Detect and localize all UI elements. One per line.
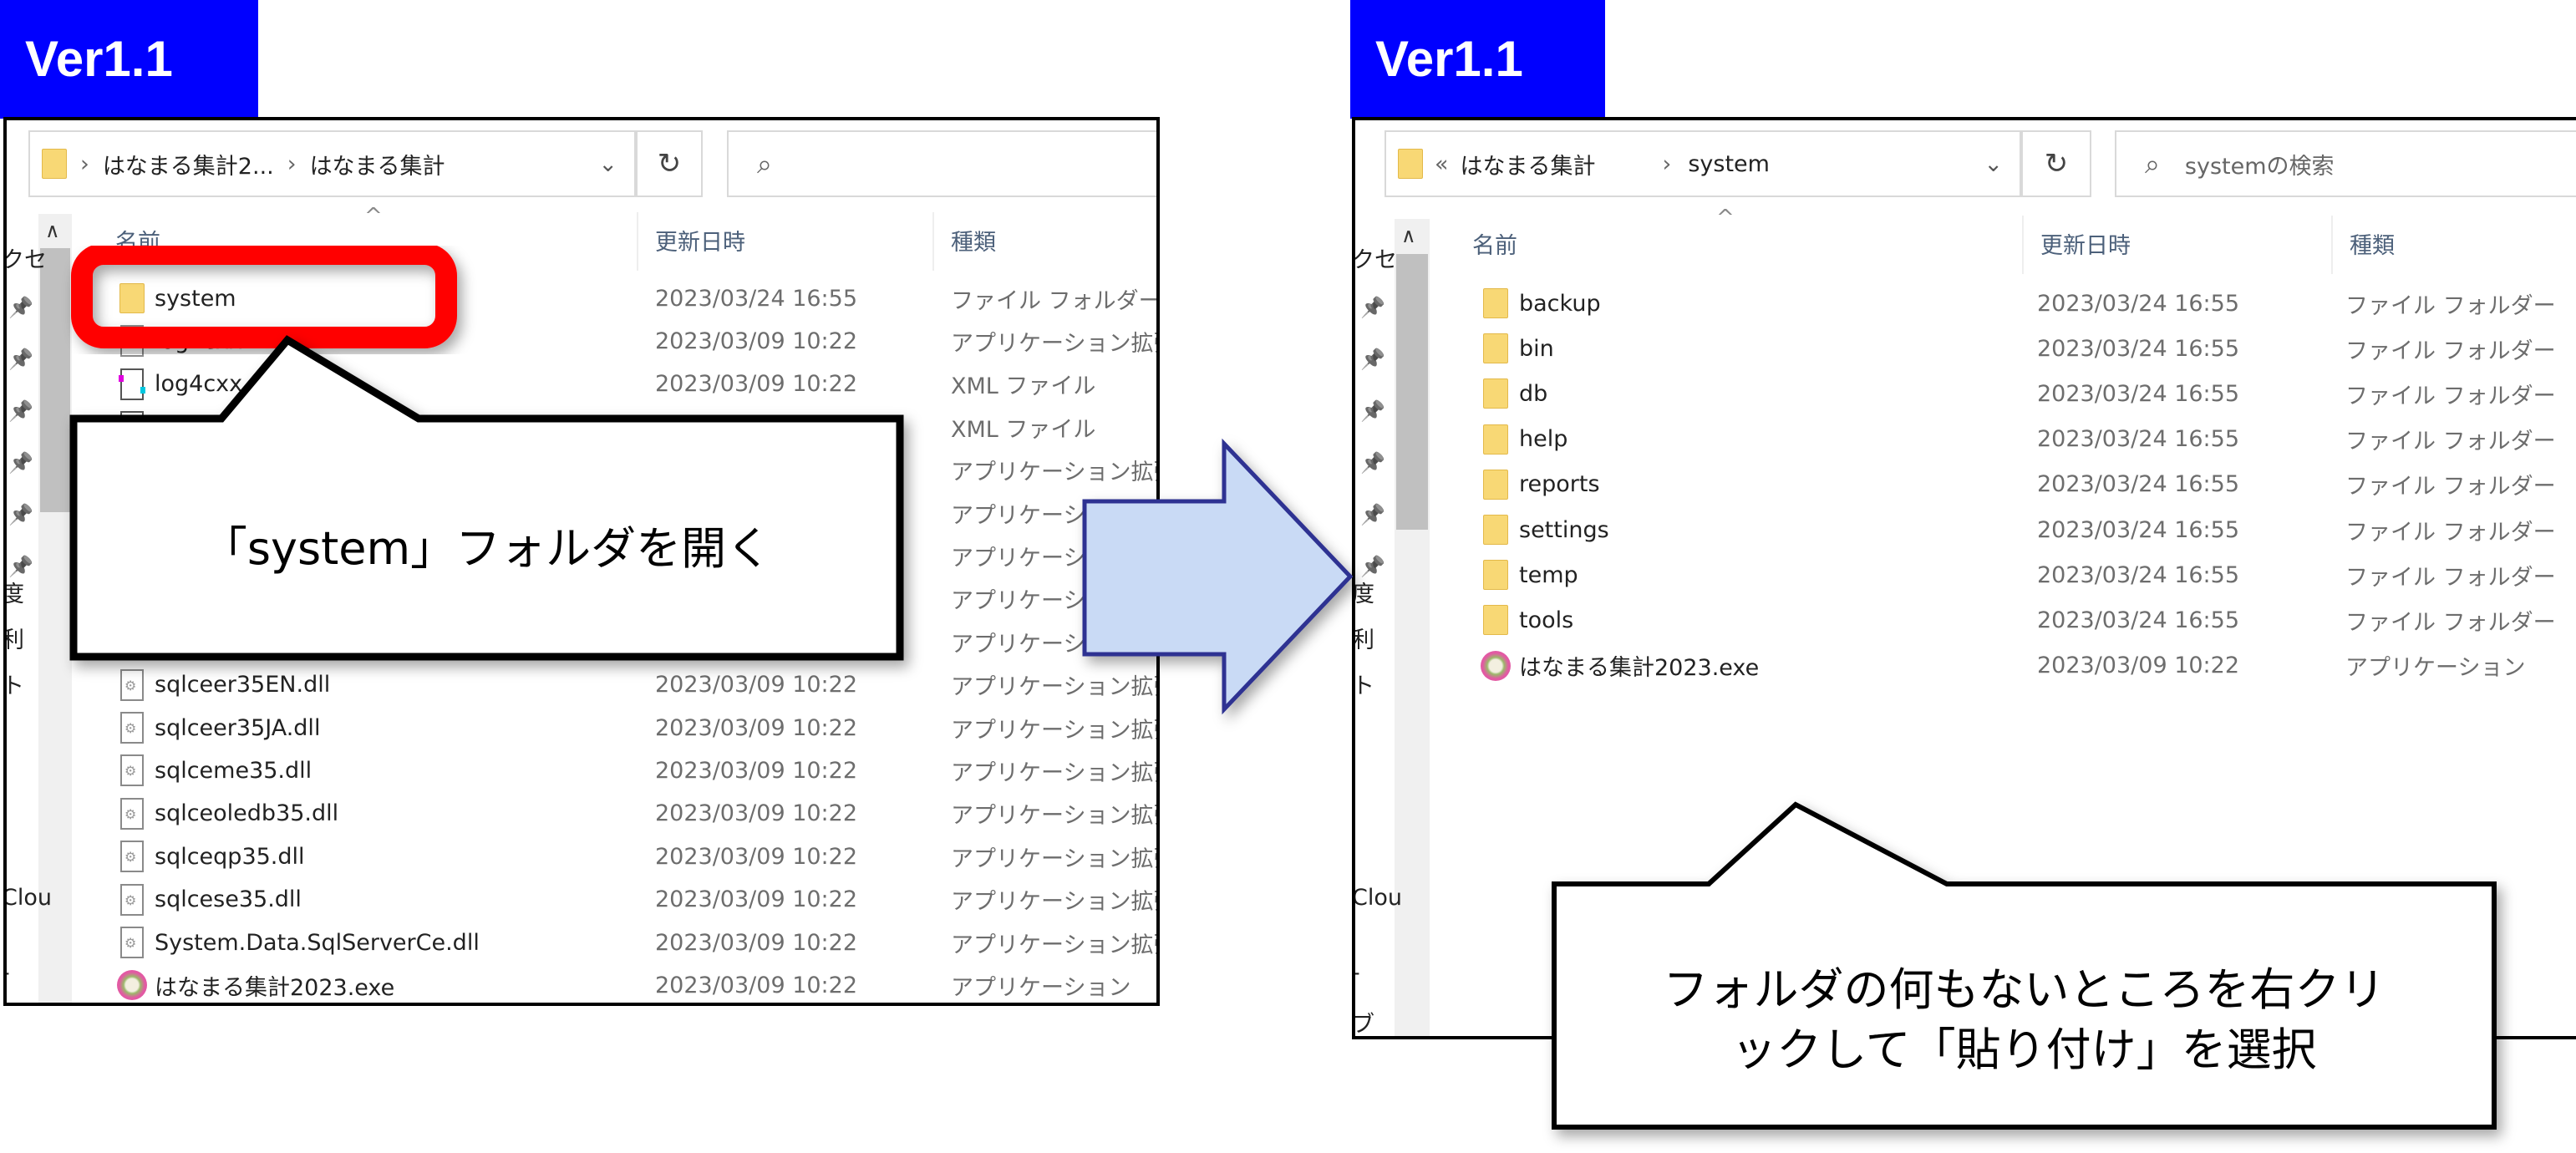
- callout-text-right-line1: フォルダの何もないところを右クリ: [1663, 963, 2385, 1016]
- callout-text-left: 「system」フォルダを開く: [201, 522, 772, 575]
- highlight-frame: [71, 243, 457, 348]
- callout-text-right-line2: ックして「貼り付け」を選択: [1731, 1023, 2317, 1076]
- arrow-right-icon: [1082, 438, 1354, 715]
- callout-bubble-left: [69, 335, 904, 661]
